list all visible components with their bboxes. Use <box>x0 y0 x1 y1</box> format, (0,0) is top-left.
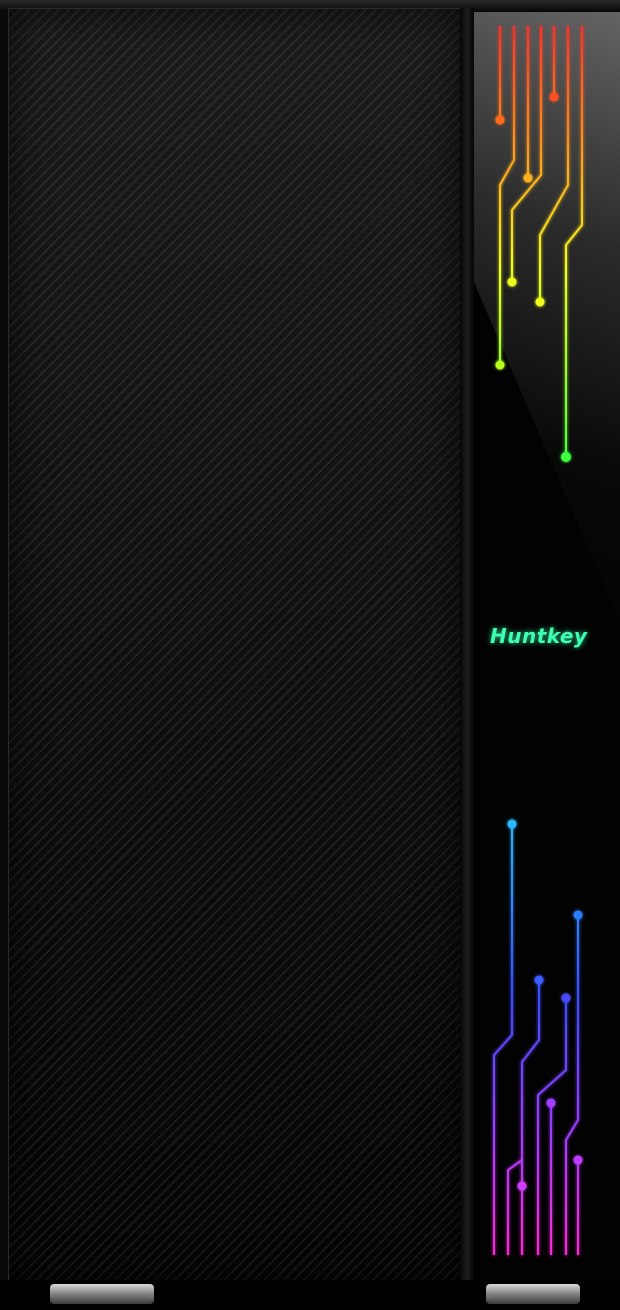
top-trace-group <box>499 26 583 457</box>
brand-logo: Huntkey <box>490 624 588 648</box>
pc-case: Huntkey <box>0 0 620 1310</box>
bottom-trace-group <box>493 824 579 1255</box>
bottom-trace-nodes <box>507 819 583 1191</box>
bottom-trace-1 <box>493 824 513 1255</box>
top-trace-2 <box>499 26 515 365</box>
right-foot <box>486 1284 580 1304</box>
trace-node <box>495 360 505 370</box>
trace-node <box>534 975 544 985</box>
trace-node <box>573 1155 583 1165</box>
trace-node <box>495 115 505 125</box>
bottom-trace-5 <box>507 1159 523 1255</box>
trace-node <box>523 173 533 183</box>
trace-node <box>561 452 571 462</box>
trace-node <box>517 1181 527 1191</box>
bottom-trace-2 <box>521 980 540 1255</box>
left-foot <box>50 1284 154 1304</box>
trace-node <box>561 993 571 1003</box>
top-trace-nodes <box>495 92 571 462</box>
trace-node <box>507 819 517 829</box>
rgb-circuit-traces <box>493 26 583 1255</box>
trace-node <box>507 277 517 287</box>
bottom-trace-4 <box>565 915 579 1255</box>
top-trace-4 <box>511 26 542 282</box>
trace-node <box>549 92 559 102</box>
trace-node <box>546 1098 556 1108</box>
trace-node <box>535 297 545 307</box>
trace-node <box>573 910 583 920</box>
